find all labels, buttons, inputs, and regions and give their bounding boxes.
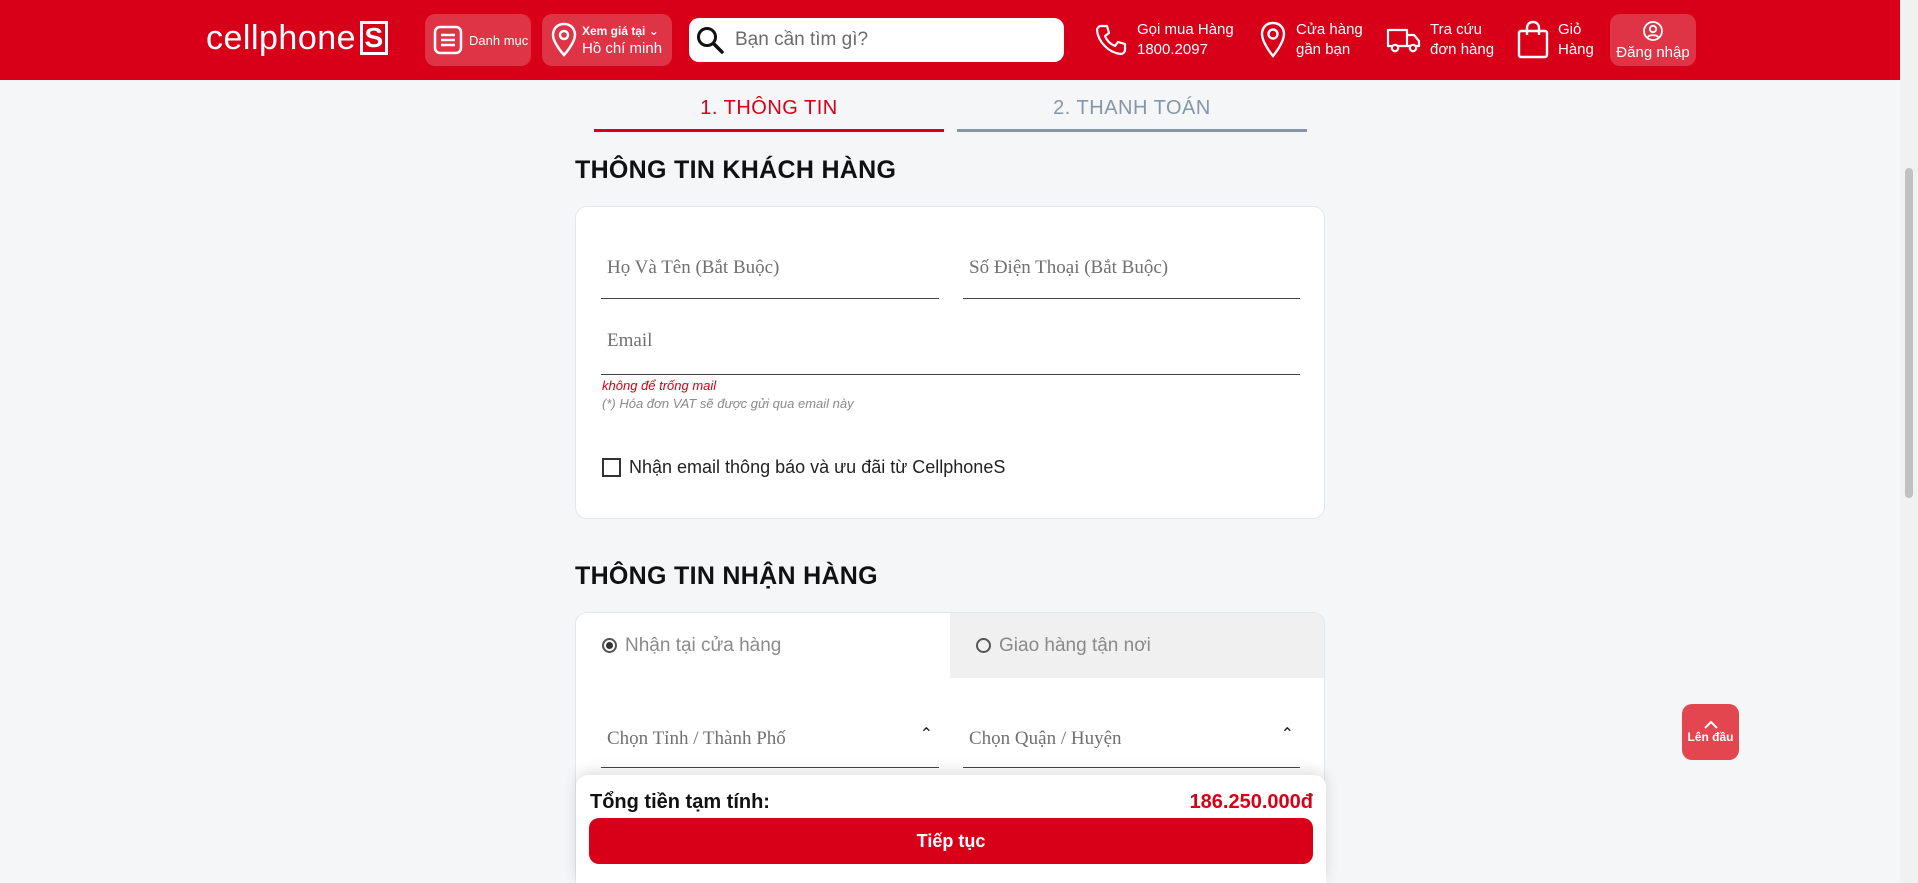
delivery-info-title: THÔNG TIN NHẬN HÀNG (575, 562, 878, 590)
back-to-top-button[interactable]: Lên đầu (1682, 704, 1739, 760)
newsletter-checkbox-row[interactable]: Nhận email thông báo và ưu đãi từ Cellph… (602, 457, 1005, 478)
search-icon (697, 27, 724, 54)
chevron-up-icon: ⌃ (1280, 724, 1294, 743)
email-field[interactable] (601, 207, 1300, 375)
newsletter-checkbox[interactable] (602, 458, 621, 477)
chevron-down-icon: ⌄ (648, 24, 659, 38)
step-info-tab[interactable]: 1. THÔNG TIN (594, 92, 944, 132)
city-select-label: Chọn Tỉnh / Thành Phố (607, 728, 786, 749)
category-button[interactable]: Danh mục (425, 14, 531, 66)
email-error-message: không để trống mail (602, 378, 717, 393)
district-select[interactable]: Chọn Quận / Huyện ⌃ (963, 688, 1300, 768)
home-delivery-option[interactable]: Giao hàng tận nơi (950, 613, 1324, 678)
cellphones-logo[interactable]: cellphone S (206, 18, 389, 58)
store-line1: Cửa hàng (1296, 21, 1363, 38)
truck-icon (1386, 28, 1421, 53)
subtotal-value: 186.250.000đ (1189, 791, 1313, 813)
store-line2: gần bạn (1296, 41, 1351, 58)
email-input[interactable] (607, 330, 1237, 352)
district-select-label: Chọn Quận / Huyện (969, 728, 1122, 749)
newsletter-label: Nhận email thông báo và ưu đãi từ Cellph… (629, 457, 1006, 477)
user-circle-icon (1643, 20, 1663, 41)
subtotal-label: Tổng tiền tạm tính: (590, 791, 770, 813)
chevron-up-icon: ⌃ (919, 724, 933, 743)
store-pin-icon (1260, 21, 1286, 58)
radio-unselected-icon[interactable] (976, 638, 991, 653)
phone-icon (1095, 24, 1127, 56)
track-line1: Tra cứu (1430, 21, 1482, 38)
store-locator-link[interactable]: Cửa hàng gần bạn (1258, 16, 1363, 64)
vat-note: (*) Hóa đơn VAT sẽ được gửi qua email nà… (602, 396, 854, 411)
track-line2: đơn hàng (1430, 41, 1495, 58)
back-to-top-label: Lên đầu (1687, 730, 1734, 744)
delivery-label: Giao hàng tận nơi (999, 634, 1151, 656)
step-payment-tab[interactable]: 2. THANH TOÁN (957, 92, 1307, 132)
hotline-number: 1800.2097 (1137, 41, 1208, 58)
logo-text: cellphone (206, 18, 357, 57)
cart-line2: Hàng (1558, 41, 1594, 58)
city-select[interactable]: Chọn Tỉnh / Thành Phố ⌃ (601, 688, 939, 768)
pickup-label: Nhận tại cửa hàng (625, 634, 782, 656)
pickup-at-store-option[interactable]: Nhận tại cửa hàng (576, 613, 950, 678)
category-label: Danh mục (469, 32, 529, 48)
top-header: cellphone S Danh mục Xem giá tại ⌄ Hồ ch… (0, 0, 1900, 80)
search-bar[interactable] (689, 18, 1064, 62)
location-small-label: Xem giá tại ⌄ (582, 24, 659, 38)
continue-button[interactable]: Tiếp tục (589, 818, 1313, 864)
order-summary-bar: Tổng tiền tạm tính: 186.250.000đ Tiếp tụ… (576, 775, 1326, 883)
hotline-link[interactable]: Gọi mua Hàng 1800.2097 (1093, 16, 1234, 64)
menu-list-icon (433, 25, 463, 55)
hotline-label: Gọi mua Hàng (1137, 21, 1234, 38)
cart-line1: Giỏ (1558, 21, 1582, 38)
login-button[interactable]: Đăng nhập (1610, 14, 1696, 66)
scrollbar-thumb[interactable] (1905, 168, 1913, 498)
search-input[interactable] (735, 29, 1035, 51)
map-pin-icon (551, 22, 577, 57)
customer-info-title: THÔNG TIN KHÁCH HÀNG (575, 156, 897, 184)
logo-s-mark: S (360, 21, 389, 55)
order-tracking-link[interactable]: Tra cứu đơn hàng (1386, 16, 1494, 64)
radio-selected-icon[interactable] (602, 638, 617, 653)
location-city: Hồ chí minh (582, 40, 663, 57)
chevron-up-icon (1703, 720, 1718, 729)
shopping-bag-icon (1517, 20, 1549, 59)
location-selector[interactable]: Xem giá tại ⌄ Hồ chí minh (542, 14, 672, 66)
cart-link[interactable]: Giỏ Hàng (1516, 16, 1594, 64)
login-label: Đăng nhập (1616, 43, 1690, 61)
